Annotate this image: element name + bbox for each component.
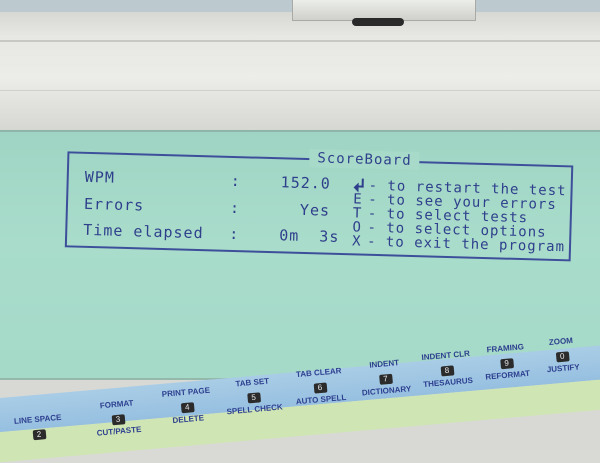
wpm-sep: :: [230, 171, 241, 191]
errors-value: Yes: [299, 200, 331, 220]
function-key-0[interactable]: ZOOM 0 JUSTIFY: [516, 333, 600, 377]
function-key-number: 9: [499, 358, 514, 370]
bezel-seam-lower: [0, 90, 600, 91]
wpm-value: 152.0: [280, 173, 332, 193]
time-elapsed-label: Time elapsed: [83, 220, 204, 243]
wpm-label: WPM: [84, 167, 116, 187]
paper-slot: [352, 18, 404, 26]
scoreboard-title: ScoreBoard: [309, 149, 420, 171]
scoreboard-panel: ScoreBoard WPM : 152.0 Errors : Yes Time…: [64, 149, 574, 262]
bezel-seam: [0, 40, 600, 42]
function-key-number: 3: [111, 414, 125, 426]
function-key-number: 2: [32, 429, 46, 441]
errors-sep: :: [229, 198, 241, 218]
function-key-number: 5: [246, 392, 261, 404]
function-key-number: 6: [313, 382, 327, 394]
function-key-number: 8: [440, 365, 454, 377]
time-elapsed-value: 0m 3s: [278, 226, 340, 246]
option-exit-key: X: [351, 233, 362, 250]
function-key-number: 7: [378, 373, 393, 385]
time-elapsed-sep: :: [228, 224, 240, 244]
errors-label: Errors: [83, 194, 145, 215]
function-key-number: 4: [180, 402, 195, 414]
function-key-number: 0: [555, 351, 570, 363]
